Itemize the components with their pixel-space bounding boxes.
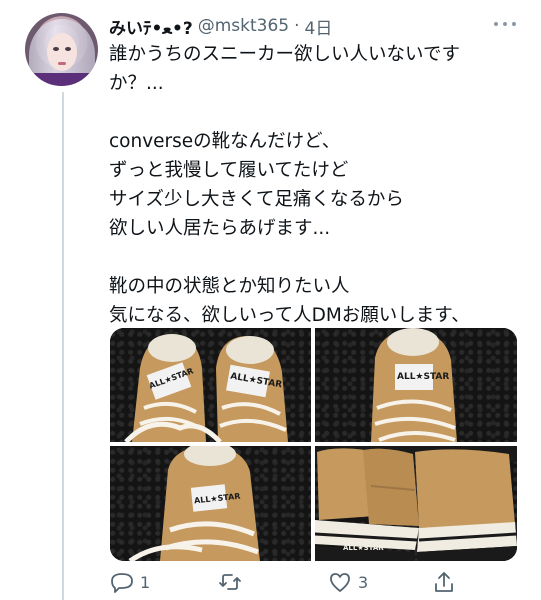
tweet-line: converseの靴なんだけど、 bbox=[109, 131, 341, 152]
tweet-line: 欲しい人居たらあげます... bbox=[109, 218, 331, 239]
tweet-line: 誰かうちのスニーカー欲しい人いないです bbox=[109, 44, 460, 65]
separator: · bbox=[294, 16, 300, 36]
more-options-icon[interactable] bbox=[494, 14, 516, 34]
tweet-text: 誰かうちのスニーカー欲しい人いないです か？... converseの靴なんだけ… bbox=[109, 40, 529, 330]
timestamp[interactable]: 4日 bbox=[305, 14, 333, 39]
retweet-icon bbox=[219, 574, 241, 590]
heel-label: ALL★STAR bbox=[343, 544, 384, 552]
share-icon bbox=[435, 572, 453, 592]
like-button[interactable]: 3 bbox=[328, 568, 368, 596]
tweet-line: 気になる、欲しいって人DMお願いします、 bbox=[109, 305, 470, 326]
avatar[interactable] bbox=[25, 13, 98, 86]
photo-4[interactable]: ALL★STAR bbox=[315, 446, 517, 561]
photo-1[interactable]: ALL★STAR ALL★STAR bbox=[110, 328, 311, 442]
reply-count: 1 bbox=[140, 572, 151, 592]
share-button[interactable] bbox=[432, 568, 456, 596]
photo-2[interactable]: ALL★STAR bbox=[315, 328, 517, 442]
media-grid: ALL★STAR ALL★STAR ALL★STAR ALL★STAR ALL★… bbox=[110, 328, 517, 561]
thread-line bbox=[62, 92, 64, 600]
tweet-line: 靴の中の状態とか知りたい人 bbox=[109, 276, 350, 297]
tweet-line: ずっと我慢して履いてたけど bbox=[109, 160, 349, 181]
shoe-tag: ALL★STAR bbox=[397, 372, 450, 382]
like-count: 3 bbox=[358, 572, 369, 592]
user-handle[interactable]: @mskt365 bbox=[198, 16, 289, 36]
tweet-actions: 1 3 bbox=[110, 568, 470, 596]
reply-button[interactable]: 1 bbox=[110, 568, 150, 596]
retweet-button[interactable] bbox=[218, 568, 248, 596]
display-name[interactable]: みいﾃ•ﻌ•? bbox=[109, 14, 193, 39]
reply-icon bbox=[111, 573, 133, 593]
heart-icon bbox=[330, 573, 350, 592]
photo-3[interactable]: ALL★STAR bbox=[110, 446, 311, 561]
tweet-line: か？... bbox=[109, 73, 164, 94]
tweet-line: サイズ少し大きくて足痛くなるから bbox=[109, 189, 404, 210]
tweet-header: みいﾃ•ﻌ•? @mskt365 · 4日 bbox=[109, 13, 332, 39]
